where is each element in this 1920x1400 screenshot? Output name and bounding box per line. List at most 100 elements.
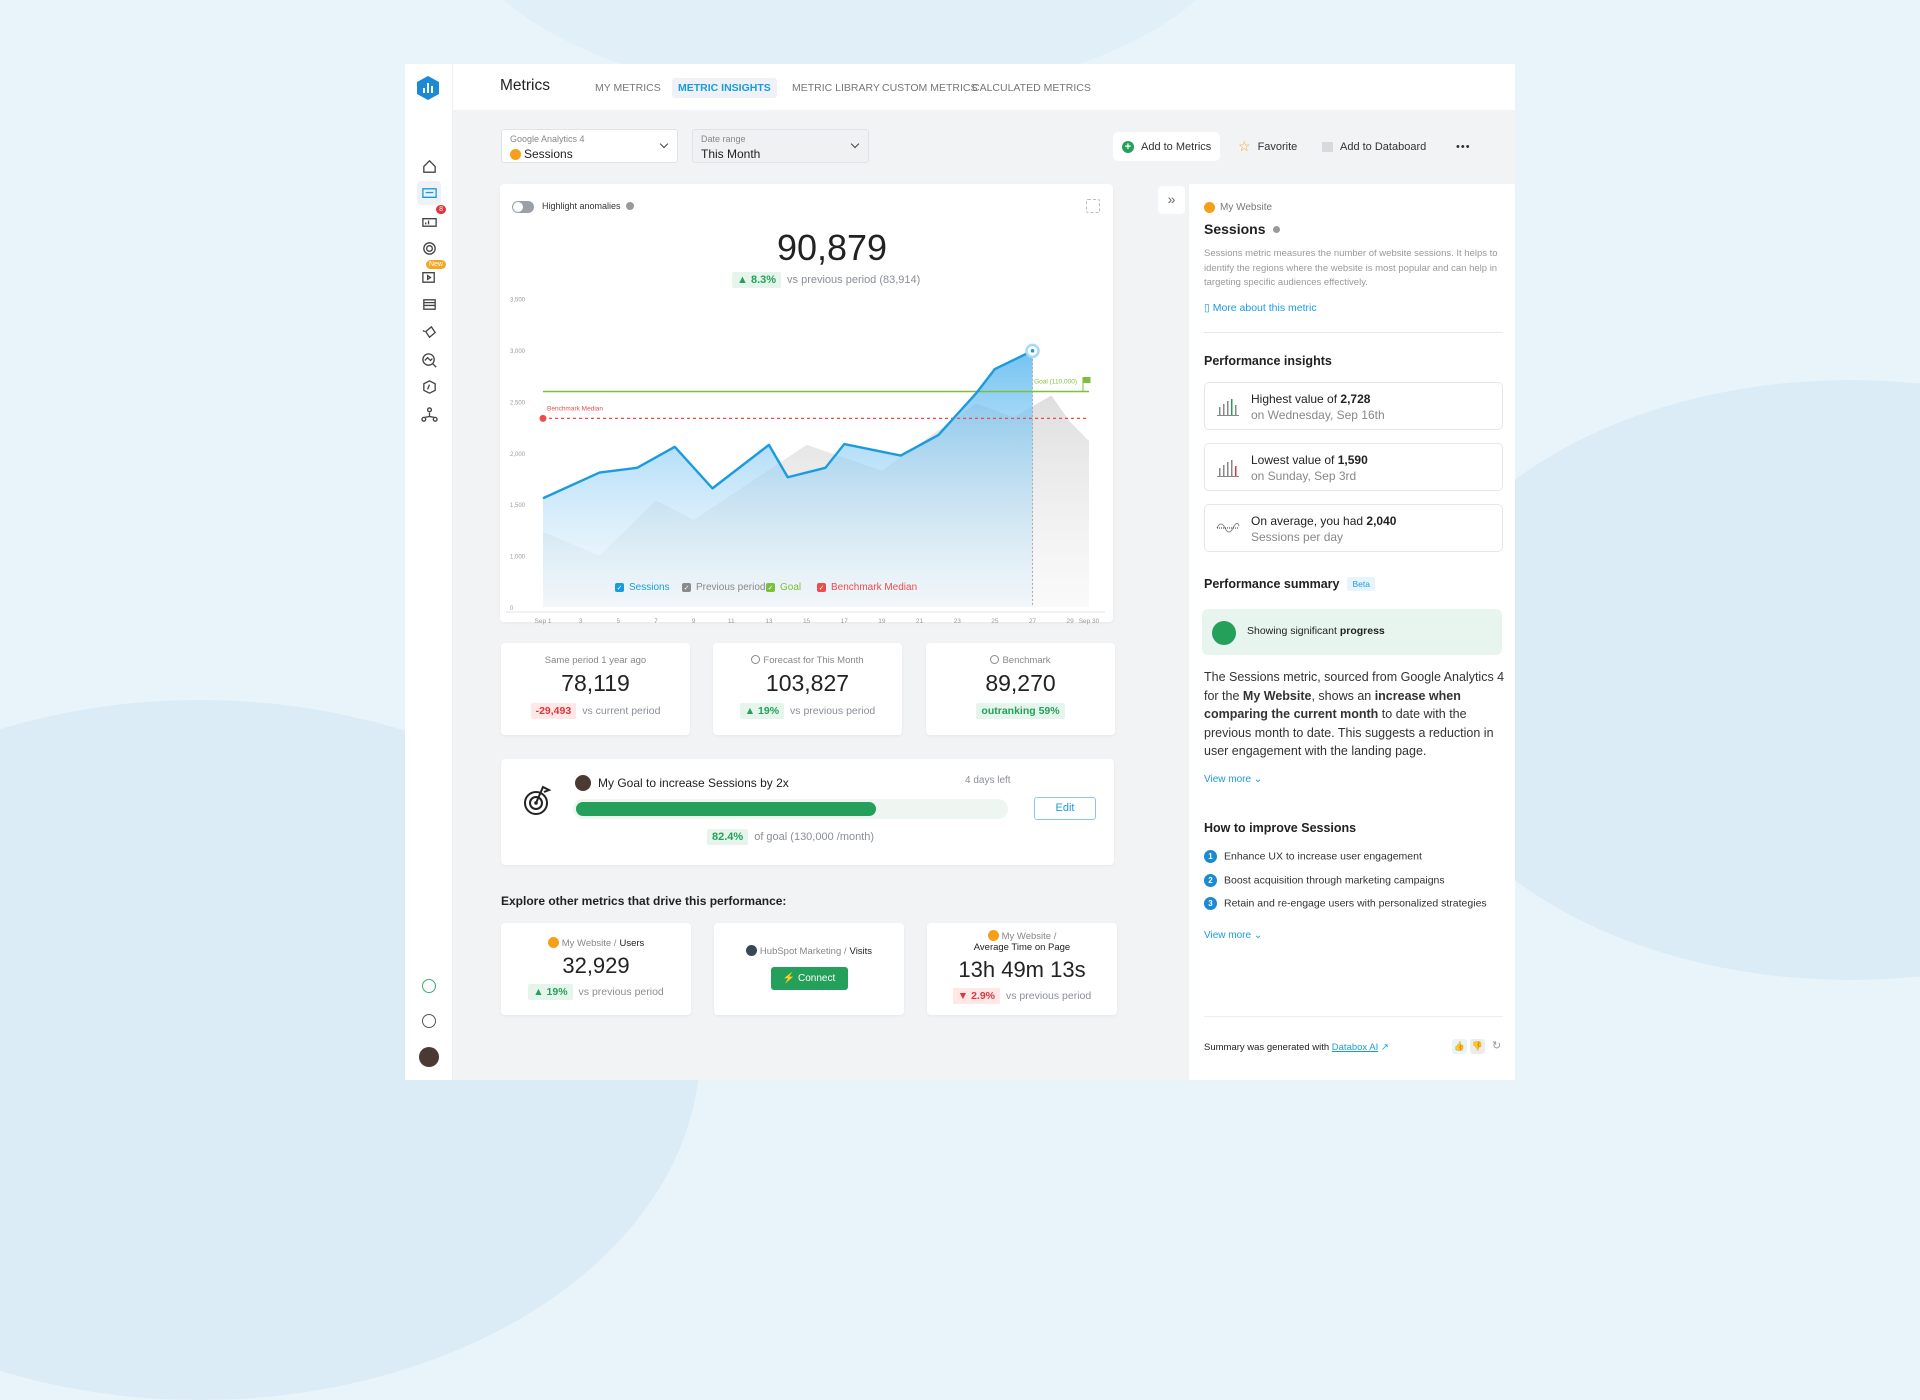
sidebar-item-metrics[interactable] — [417, 181, 441, 205]
current-point-dot — [1031, 349, 1035, 353]
more-about-metric-link[interactable]: ▯ More about this metric — [1204, 302, 1317, 314]
x-tick-label: 19 — [878, 618, 886, 625]
x-tick-label: 27 — [1029, 618, 1037, 625]
x-tick-label: 21 — [916, 618, 924, 625]
x-tick-label: 25 — [991, 618, 999, 625]
sidebar-badge: 8 — [436, 205, 446, 214]
goal-label: Goal (110,000) — [1034, 379, 1077, 386]
x-tick-label: 29 — [1067, 618, 1075, 625]
add-to-databoard-button[interactable]: Add to Databoard — [1313, 132, 1435, 161]
delta-badge: ▲ 19% — [740, 703, 784, 719]
y-tick-label: 3,500 — [510, 298, 526, 304]
target-icon — [523, 783, 553, 817]
favorite-button[interactable]: ☆ Favorite — [1229, 132, 1306, 161]
sidebar-item-home[interactable] — [417, 154, 441, 178]
sidebar-item-data-stack[interactable] — [417, 292, 441, 316]
avatar — [575, 775, 591, 791]
delta-badge: ▼ 2.9% — [953, 988, 1000, 1004]
edit-goal-button[interactable]: Edit — [1034, 797, 1096, 820]
award-icon — [422, 979, 436, 993]
thumbs-up-button[interactable]: 👍 — [1452, 1039, 1467, 1054]
sidebar-item-analytics[interactable] — [417, 348, 441, 372]
forecast-icon — [751, 655, 760, 664]
flag-icon — [1083, 378, 1090, 392]
databox-ai-link[interactable]: Databox AI — [1332, 1042, 1378, 1053]
goal-title: My Goal to increase Sessions by 2x — [598, 776, 789, 790]
databoard-icon — [1322, 142, 1333, 152]
tab-my-metrics[interactable]: MY METRICS — [589, 78, 667, 98]
date-range-select[interactable]: Date range This Month — [692, 129, 869, 163]
google-analytics-icon — [988, 930, 999, 941]
sidebar-item-databoards[interactable]: 8 — [417, 209, 441, 233]
google-analytics-icon — [1204, 202, 1215, 213]
external-link-icon: ↗ — [1381, 1042, 1389, 1053]
checkbox-icon: ✓ — [615, 583, 624, 592]
lowest-value-icon — [1216, 456, 1240, 478]
sidebar-item-goals[interactable] — [417, 236, 441, 260]
view-more-improve[interactable]: View more ⌄ — [1204, 930, 1262, 941]
legend-benchmark-median[interactable]: ✓Benchmark Median — [817, 582, 917, 593]
stat-value: 103,827 — [713, 670, 902, 697]
stat-value: 89,270 — [926, 670, 1115, 697]
legend-previous-period[interactable]: ✓Previous period — [682, 582, 765, 593]
collapse-panel-button[interactable]: » — [1158, 186, 1185, 214]
x-tick-label: 3 — [579, 618, 583, 625]
x-tick-label: Sep 30 — [1079, 618, 1100, 625]
book-icon: ▯ — [1204, 302, 1210, 314]
sidebar-item-alerts[interactable] — [417, 320, 441, 344]
tab-metric-insights[interactable]: METRIC INSIGHTS — [672, 78, 777, 98]
sidebar-item-benchmark[interactable] — [417, 375, 441, 399]
panel-title: Sessions — [1204, 221, 1265, 237]
goal-progress-bar — [573, 799, 1008, 819]
x-tick-label: 23 — [954, 618, 962, 625]
view-more-summary[interactable]: View more ⌄ — [1204, 774, 1262, 785]
benchmark-icon — [421, 379, 438, 396]
more-options-button[interactable]: ••• — [1447, 132, 1480, 161]
x-tick-label: 5 — [616, 618, 620, 625]
stat-card: Same period 1 year ago78,119-29,493vs cu… — [501, 643, 690, 735]
goal-days-left: 4 days left — [965, 775, 1011, 786]
sidebar-item-help[interactable] — [417, 1009, 441, 1033]
team-icon — [421, 407, 438, 424]
legend-goal[interactable]: ✓Goal — [766, 582, 801, 593]
info-icon — [1273, 226, 1280, 233]
alerts-icon — [421, 324, 438, 341]
explore-metric-card[interactable]: My Website /Users32,929▲ 19%vs previous … — [501, 923, 691, 1015]
benchmark-icon — [990, 655, 999, 664]
checkbox-icon: ✓ — [682, 583, 691, 592]
analytics-icon — [421, 352, 438, 369]
insight-card: Highest value of 2,728on Wednesday, Sep … — [1204, 382, 1503, 430]
video-icon — [421, 268, 438, 285]
connect-button[interactable]: ⚡ Connect — [771, 967, 848, 990]
insights-heading: Performance insights — [1204, 354, 1332, 368]
metric-select[interactable]: Google Analytics 4 Sessions — [501, 129, 678, 163]
databox-logo[interactable] — [417, 76, 439, 100]
stat-value: 78,119 — [501, 670, 690, 697]
sidebar-item-award[interactable] — [417, 974, 441, 998]
benchmark-marker — [540, 415, 547, 422]
sidebar-item-video[interactable]: New — [417, 264, 441, 288]
step-number-icon: 2 — [1204, 874, 1217, 887]
sidebar-item-team[interactable] — [417, 403, 441, 427]
explore-heading: Explore other metrics that drive this pe… — [501, 894, 786, 908]
chevron-down-icon — [660, 140, 668, 148]
tab-calculated-metrics[interactable]: CALCULATED METRICS — [966, 78, 1097, 98]
user-avatar[interactable] — [417, 1045, 441, 1069]
thumbs-down-button[interactable]: 👎 — [1470, 1039, 1485, 1054]
goal-percent: 82.4% — [707, 829, 748, 845]
sidebar-badge: New — [426, 260, 446, 269]
tab-metric-library[interactable]: METRIC LIBRARY — [786, 78, 886, 98]
explore-metric-card[interactable]: HubSpot Marketing /Visits⚡ Connect — [714, 923, 904, 1015]
explore-metric-card[interactable]: My Website /Average Time on Page13h 49m … — [927, 923, 1117, 1015]
x-tick-label: 7 — [654, 618, 658, 625]
improve-heading: How to improve Sessions — [1204, 821, 1356, 835]
insight-card: On average, you had 2,040Sessions per da… — [1204, 504, 1503, 552]
legend-sessions[interactable]: ✓Sessions — [615, 582, 670, 593]
improve-item: 1Enhance UX to increase user engagement — [1204, 850, 1422, 863]
regenerate-icon[interactable]: ↻ — [1492, 1039, 1501, 1052]
data-stack-icon — [421, 296, 438, 313]
chevron-down-icon — [851, 140, 859, 148]
sessions-chart: 01,0001,5002,0002,5003,0003,500Sep 13579… — [500, 184, 1113, 584]
insight-card: Lowest value of 1,590on Sunday, Sep 3rd — [1204, 443, 1503, 491]
add-to-metrics-button[interactable]: + Add to Metrics — [1113, 132, 1220, 161]
